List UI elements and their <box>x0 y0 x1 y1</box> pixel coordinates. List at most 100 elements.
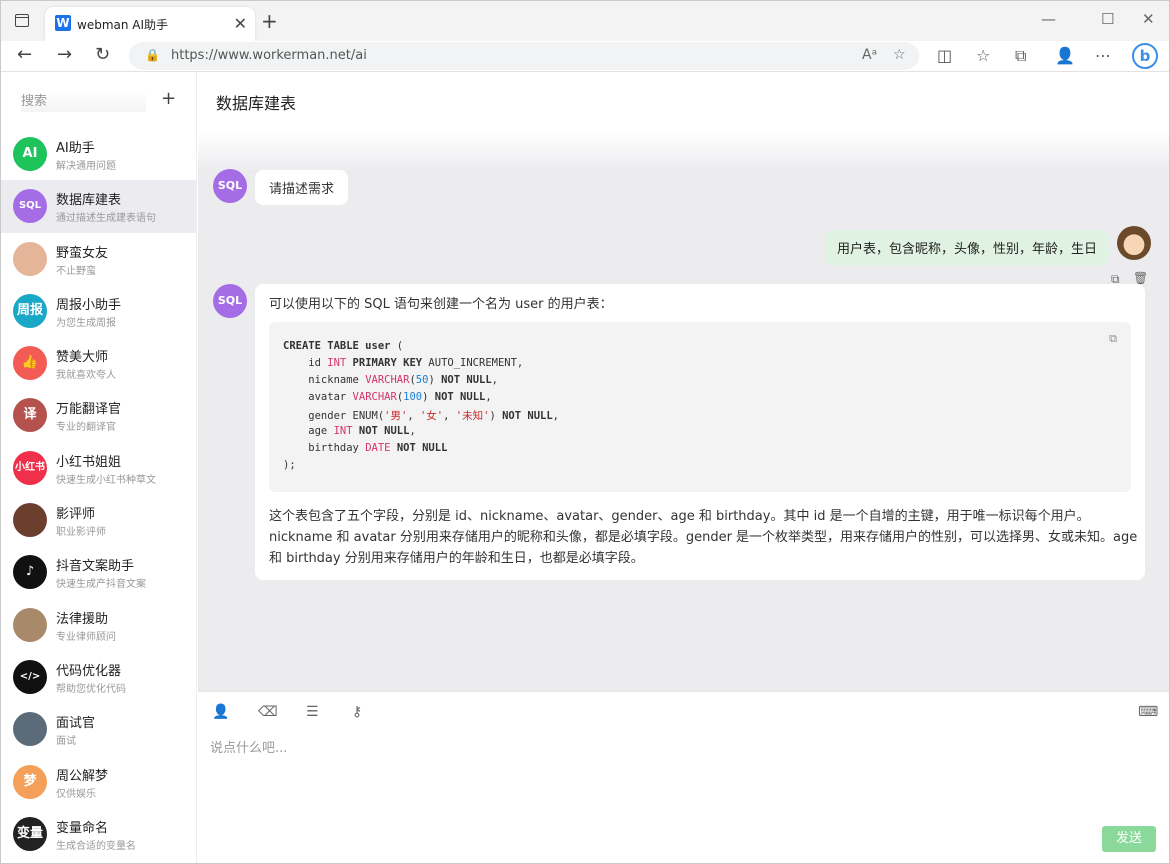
minimize-button[interactable]: — <box>1041 10 1056 28</box>
assistant-avatar <box>13 712 47 747</box>
code-token: NOT NULL <box>396 442 448 454</box>
code-token: INT <box>327 357 347 369</box>
user-message-text: 用户表，包含昵称，头像，性别，年龄，生日 <box>836 242 1097 257</box>
clear-icon[interactable]: ⌫ <box>258 704 278 720</box>
sidebar-item[interactable]: 梦周公解梦 仅供娱乐 <box>1 756 196 808</box>
assistant-desc: 为您生成周报 <box>56 317 116 329</box>
bot-greeting-bubble: 请描述需求 <box>255 170 349 205</box>
message-input[interactable]: 说点什么吧... <box>210 737 287 756</box>
refresh-icon[interactable]: ↻ <box>95 44 110 65</box>
collections-icon[interactable]: ⧉ <box>1015 46 1026 66</box>
assistant-desc: 帮助您优化代码 <box>56 683 126 695</box>
code-line: avatar VARCHAR(100) NOT NULL, <box>283 391 1117 408</box>
code-lines: CREATE TABLE user ( id INT PRIMARY KEY A… <box>283 340 1117 476</box>
sidebar-item[interactable]: ♪ 抖音文案助手 快速生成产抖音文案 <box>1 546 196 598</box>
code-token: NOT NULL <box>441 374 492 386</box>
header-fade <box>198 132 1169 172</box>
code-token: INT <box>333 425 353 437</box>
code-token: age <box>283 425 334 437</box>
assistant-name: 赞美大师 <box>56 350 109 366</box>
reply-outro: 这个表包含了五个字段，分别是 id、nickname、avatar、gender… <box>269 509 1138 566</box>
sidebar-item[interactable]: </> 代码优化器 帮助您优化代码 <box>1 651 196 703</box>
delete-icon[interactable]: 🗑 <box>1133 271 1148 285</box>
code-token: , <box>443 410 456 422</box>
forward-icon[interactable]: → <box>57 44 72 65</box>
url-field[interactable]: 🔒 https://www.workerman.net/ai Aᵃ ☆ <box>129 42 919 70</box>
sidebar-item[interactable]: 变量 变量命名 生成合适的变量名 <box>1 808 196 860</box>
code-token: NOT NULL <box>358 425 410 437</box>
assistant-list: AI AI助手 解决通用问题 SQL 数据库建表 通过描述生成建表语句 野蛮女友 不止野蛮 周报… <box>1 128 196 860</box>
assistant-name: 小红书姐姐 <box>56 454 122 470</box>
favorite-add-icon[interactable]: ☆ <box>893 47 906 63</box>
code-line: nickname VARCHAR(50) NOT NULL, <box>283 374 1117 391</box>
assistant-desc: 专业律师顾问 <box>56 631 116 643</box>
profile-icon[interactable]: 👤 <box>1055 46 1075 65</box>
sidebar-item[interactable]: 译万能翻译官 专业的翻译官 <box>1 389 196 441</box>
code-token: '男' <box>384 410 408 422</box>
sidebar-item[interactable]: 野蛮女友 不止野蛮 <box>1 233 196 285</box>
assistant-desc: 我就喜欢夸人 <box>56 370 116 382</box>
sidebar-item[interactable]: 小红书 小红书姐姐 快速生成小红书种草文 <box>1 442 196 494</box>
key-icon[interactable]: ⚷ <box>352 704 362 720</box>
assistant-avatar <box>13 607 47 642</box>
user-avatar <box>1117 226 1151 260</box>
assistant-name: 数据库建表 <box>56 193 122 209</box>
assistant-avatar <box>13 503 47 538</box>
sidebar-item[interactable]: 面试官 面试 <box>1 703 196 755</box>
browser-tab[interactable]: W webman AI助手 ✕ <box>45 7 255 41</box>
code-token: ) <box>428 374 442 386</box>
assistant-desc: 通过描述生成建表语句 <box>56 213 156 225</box>
sidebar-item[interactable]: AI AI助手 解决通用问题 <box>1 128 196 180</box>
assistant-name: 周报小助手 <box>56 297 122 313</box>
new-tab-button[interactable]: + <box>261 9 278 33</box>
code-token: ( <box>396 340 404 352</box>
copy-code-icon[interactable]: ⧉ <box>1109 332 1117 346</box>
close-window-button[interactable]: ✕ <box>1142 10 1155 28</box>
chat-title: 数据库建表 <box>216 94 297 113</box>
assistant-name: 变量命名 <box>56 820 109 836</box>
assistant-name: 影评师 <box>56 507 96 523</box>
sidebar-item[interactable]: SQL 数据库建表 通过描述生成建表语句 <box>1 180 196 233</box>
more-icon[interactable]: ⋯ <box>1095 46 1111 65</box>
code-token: ) <box>489 410 503 422</box>
code-token: avatar <box>283 391 353 403</box>
tab-actions-icon[interactable] <box>15 14 29 27</box>
add-button[interactable]: + <box>161 88 176 109</box>
chat-area: 数据库建表 SQL 请描述需求 用户表，包含昵称，头像，性别，年龄，生日 ⧉ 🗑… <box>198 72 1169 691</box>
back-icon[interactable]: ← <box>17 44 32 65</box>
assistant-avatar: 变量 <box>13 816 47 851</box>
keyboard-icon[interactable]: ⌨ <box>1138 704 1158 720</box>
assistant-desc: 职业影评师 <box>56 527 106 539</box>
bot-reply-bubble: 可以使用以下的 SQL 语句来创建一个名为 user 的用户表： ⧉ CREAT… <box>255 284 1145 580</box>
sidebar-item[interactable]: 法律援助专业律师顾问 <box>1 599 196 651</box>
code-token: ) <box>422 391 435 403</box>
sidebar-item[interactable]: 周报 周报小助手 为您生成周报 <box>1 285 196 337</box>
code-line: birthday DATE NOT NULL <box>283 442 1117 459</box>
assistant-name: 万能翻译官 <box>56 402 122 418</box>
maximize-button[interactable]: ☐ <box>1101 10 1114 28</box>
code-token: , <box>409 425 416 437</box>
assistant-avatar: 小红书 <box>13 450 47 485</box>
code-token: nickname <box>283 374 366 386</box>
send-button[interactable]: 发送 <box>1102 826 1156 852</box>
close-tab-icon[interactable]: ✕ <box>234 14 247 33</box>
favorites-icon[interactable]: ☆ <box>976 46 990 65</box>
bing-copilot-icon[interactable]: b <box>1132 43 1158 69</box>
assistant-name: 法律援助 <box>56 611 109 627</box>
settings-icon[interactable]: ☰ <box>306 704 319 720</box>
assistant-avatar: AI <box>13 137 47 171</box>
assistant-avatar: ♪ <box>13 555 47 590</box>
split-screen-icon[interactable]: ◫ <box>937 46 952 65</box>
role-icon[interactable]: 👤 <box>212 704 229 720</box>
read-aloud-icon[interactable]: Aᵃ <box>862 47 877 63</box>
assistant-name: 野蛮女友 <box>56 245 109 261</box>
code-line: CREATE TABLE user ( <box>283 340 1117 357</box>
sidebar-item[interactable]: 影评师 职业影评师 <box>1 494 196 546</box>
sidebar-item[interactable]: 👍 赞美大师 我就喜欢夸人 <box>1 337 196 389</box>
code-token: AUTO_INCREMENT, <box>428 357 524 369</box>
code-token: CREATE TABLE user <box>283 340 397 352</box>
bot-avatar-reply: SQL <box>213 284 247 318</box>
code-token: PRIMARY KEY <box>346 357 429 369</box>
search-input[interactable]: 搜索 <box>21 90 146 112</box>
assistant-desc: 快速生成产抖音文案 <box>56 579 146 591</box>
